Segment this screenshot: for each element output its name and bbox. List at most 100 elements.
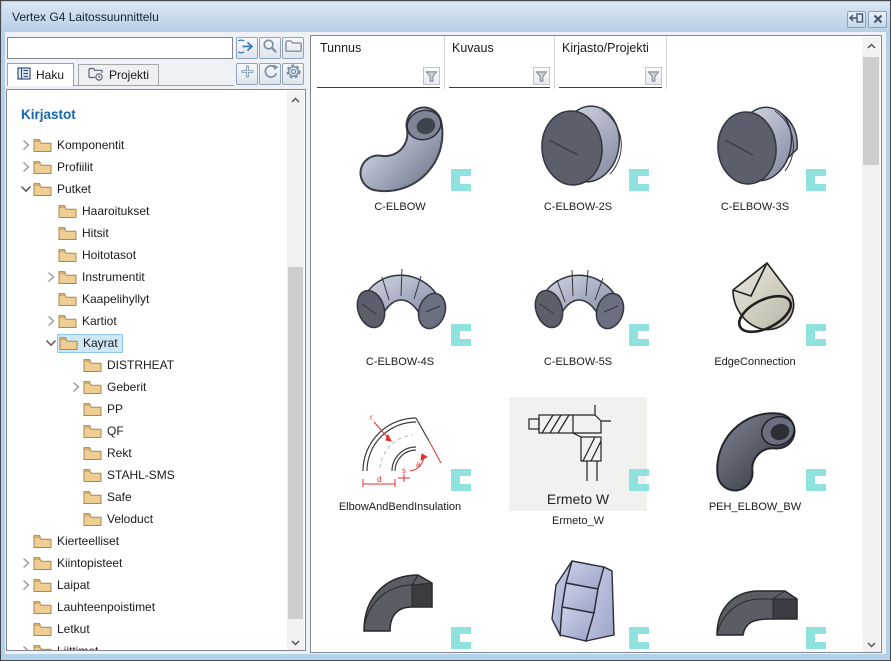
- component-badge-icon: [451, 469, 471, 496]
- component-grid-scrollbar[interactable]: [862, 37, 880, 653]
- chevron-down-icon[interactable]: [19, 185, 33, 193]
- tree-item-label: Putket: [53, 182, 91, 196]
- tree-item-veloduct[interactable]: Veloduct: [7, 508, 287, 530]
- folder-icon: [33, 534, 53, 549]
- tree-item-haaroitukset[interactable]: Haaroitukset: [7, 200, 287, 222]
- component-item-ermeto-w[interactable]: Ermeto W Ermeto_W: [493, 397, 663, 549]
- chevron-right-icon[interactable]: [69, 381, 83, 393]
- tree-item-letkut[interactable]: Letkut: [7, 618, 287, 640]
- plus-icon: [240, 64, 255, 84]
- column-header-kuvaus[interactable]: Kuvaus: [445, 36, 555, 89]
- component-item-partial-2[interactable]: [493, 555, 663, 653]
- chevron-right-icon[interactable]: [19, 139, 33, 151]
- filter-funnel-icon[interactable]: [645, 67, 662, 85]
- component-item-c-elbow-4s[interactable]: C-ELBOW-4S: [315, 252, 485, 404]
- column-header-tunnus[interactable]: Tunnus: [313, 36, 445, 89]
- tree-item-lauhteenpoistimet[interactable]: Lauhteenpoistimet: [7, 596, 287, 618]
- refresh-button[interactable]: [259, 63, 281, 85]
- scroll-down-icon[interactable]: [862, 636, 880, 653]
- column-header-kirjasto-projekti[interactable]: Kirjasto/Projekti: [555, 36, 667, 89]
- tree-scrollbar[interactable]: [287, 91, 304, 651]
- filter-field-kirjasto-projekti[interactable]: [559, 66, 662, 88]
- tree-item-putket[interactable]: Putket: [7, 178, 287, 200]
- tree-item-stahl-sms[interactable]: STAHL-SMS: [7, 464, 287, 486]
- tree-item-geberit[interactable]: Geberit: [7, 376, 287, 398]
- component-item-peh-elbow-bw[interactable]: PEH_ELBOW_BW: [670, 397, 840, 549]
- close-button[interactable]: [868, 11, 887, 28]
- component-item-c-elbow-2s[interactable]: C-ELBOW-2S: [493, 97, 663, 249]
- go-button[interactable]: [236, 37, 258, 59]
- tree-selection-highlight[interactable]: Kayrat: [57, 334, 123, 353]
- tree-item-hitsit[interactable]: Hitsit: [7, 222, 287, 244]
- tree-item-instrumentit[interactable]: Instrumentit: [7, 266, 287, 288]
- close-icon: [873, 11, 883, 29]
- component-label: C-ELBOW-3S: [670, 201, 840, 213]
- chevron-down-icon[interactable]: [44, 339, 58, 347]
- component-thumbnail: Ermeto W: [509, 397, 647, 511]
- add-button[interactable]: [236, 63, 258, 85]
- chevron-right-icon[interactable]: [44, 271, 58, 283]
- filter-field-tunnus[interactable]: [317, 66, 440, 88]
- tree-item-profiilit[interactable]: Profiilit: [7, 156, 287, 178]
- tree-item-label: Instrumentit: [78, 270, 145, 284]
- tree-item-kayrat-selected[interactable]: Kayrat: [7, 332, 287, 354]
- tree-item-label: Komponentit: [53, 138, 124, 152]
- folder-icon: [59, 336, 79, 351]
- open-library-button[interactable]: [282, 37, 304, 59]
- scroll-up-icon[interactable]: [862, 37, 880, 54]
- filter-funnel-icon[interactable]: [533, 67, 550, 85]
- tree-item-kierteelliset[interactable]: Kierteelliset: [7, 530, 287, 552]
- component-item-partial-1[interactable]: [315, 555, 485, 653]
- tree-item-kaapelihyllyt[interactable]: Kaapelihyllyt: [7, 288, 287, 310]
- component-item-partial-3[interactable]: [670, 555, 840, 653]
- tree-item-qf[interactable]: QF: [7, 420, 287, 442]
- search-input[interactable]: [7, 37, 233, 59]
- component-thumbnail: [528, 97, 628, 197]
- component-item-c-elbow-5s[interactable]: C-ELBOW-5S: [493, 252, 663, 404]
- tree-item-distrheat[interactable]: DISTRHEAT: [7, 354, 287, 376]
- tab-projekti[interactable]: Projekti: [78, 64, 159, 85]
- tree-item-label: Geberit: [103, 380, 146, 394]
- tab-haku[interactable]: Haku: [7, 63, 74, 86]
- tree-item-kiintopisteet[interactable]: Kiintopisteet: [7, 552, 287, 574]
- component-item-edgeconnection[interactable]: EdgeConnection: [670, 252, 840, 404]
- tree-item-label: STAHL-SMS: [103, 468, 175, 482]
- settings-button[interactable]: [282, 63, 304, 85]
- tree-item-kartiot[interactable]: Kartiot: [7, 310, 287, 332]
- titlebar[interactable]: Vertex G4 Laitossuunnittelu: [2, 2, 891, 32]
- tree-item-label: Veloduct: [103, 512, 153, 526]
- tree-item-komponentit[interactable]: Komponentit: [7, 134, 287, 156]
- component-item-elbowandbendinsulation[interactable]: r a d s ElbowAndBendInsulation: [315, 397, 485, 549]
- chevron-right-icon[interactable]: [19, 161, 33, 173]
- tab-label: Haku: [36, 68, 64, 82]
- pin-button[interactable]: [847, 11, 866, 28]
- tree-item-laipat[interactable]: Laipat: [7, 574, 287, 596]
- search-button[interactable]: [259, 37, 281, 59]
- tree-item-label: QF: [103, 424, 124, 438]
- grid-scrollbar-thumb[interactable]: [863, 57, 879, 165]
- folder-icon: [83, 380, 103, 395]
- component-badge-icon: [629, 324, 649, 351]
- tree-item-rekt[interactable]: Rekt: [7, 442, 287, 464]
- component-badge-icon: [629, 469, 649, 496]
- refresh-icon: [262, 63, 279, 85]
- scroll-up-icon[interactable]: [287, 91, 304, 108]
- component-thumbnail: [350, 555, 450, 653]
- folder-icon: [33, 138, 53, 153]
- chevron-right-icon[interactable]: [44, 315, 58, 327]
- tree-item-safe[interactable]: Safe: [7, 486, 287, 508]
- filter-field-kuvaus[interactable]: [449, 66, 550, 88]
- tree-item-label: Hitsit: [78, 226, 109, 240]
- chevron-right-icon[interactable]: [19, 645, 33, 651]
- dim-label: a: [416, 460, 421, 469]
- tree-item-hoitotasot[interactable]: Hoitotasot: [7, 244, 287, 266]
- scroll-down-icon[interactable]: [287, 634, 304, 651]
- chevron-right-icon[interactable]: [19, 557, 33, 569]
- filter-funnel-icon[interactable]: [423, 67, 440, 85]
- tree-scrollbar-thumb[interactable]: [288, 267, 303, 619]
- component-item-c-elbow-3s[interactable]: C-ELBOW-3S: [670, 97, 840, 249]
- tree-item-pp[interactable]: PP: [7, 398, 287, 420]
- tree-item-liittimet[interactable]: Liittimet: [7, 640, 287, 651]
- component-item-c-elbow[interactable]: C-ELBOW: [315, 97, 485, 249]
- chevron-right-icon[interactable]: [19, 579, 33, 591]
